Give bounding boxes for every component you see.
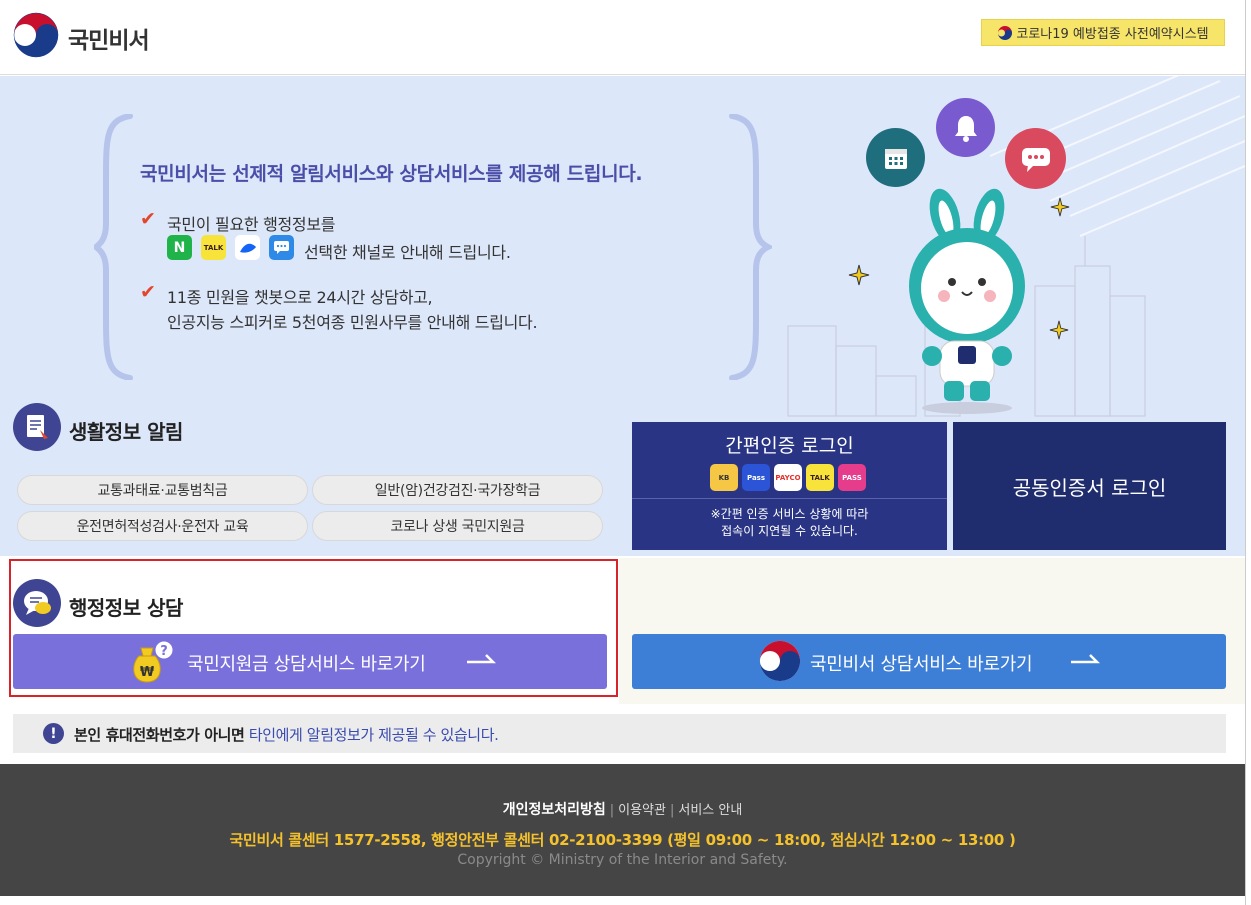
life-info-item-covid-support[interactable]: 코로나 상생 국민지원금 — [312, 511, 603, 541]
taegeuk-icon — [759, 640, 801, 682]
hero-title: 국민비서는 선제적 알림서비스와 상담서비스를 제공해 드립니다. — [140, 163, 643, 185]
notice-document-icon — [13, 403, 61, 451]
naver-icon: N — [167, 235, 192, 260]
service-guide-link[interactable]: 서비스 안내 — [678, 803, 742, 818]
simple-login-note: ※간편 인증 서비스 상황에 따라 접속이 지연될 수 있습니다. — [632, 506, 947, 540]
window-edge — [1245, 0, 1251, 905]
pass-logo-icon: PASS — [838, 464, 866, 491]
toss-icon — [235, 235, 260, 260]
certificate-login-button[interactable]: 공동인증서 로그인 — [953, 422, 1226, 550]
simple-auth-login-button[interactable]: 간편인증 로그인 KB Pass PAYCO TALK PASS ※간편 인증 … — [632, 422, 947, 550]
support-fund-consult-button[interactable]: ₩ ? 국민지원금 상담서비스 바로가기 — [13, 634, 607, 689]
notice-text: 본인 휴대전화번호가 아니면 타인에게 알림정보가 제공될 수 있습니다. — [74, 724, 499, 745]
life-info-title: 생활정보 알림 — [69, 420, 183, 444]
hero-point1-line1: 국민이 필요한 행정정보를 — [167, 215, 336, 234]
auth-provider-logos: KB Pass PAYCO TALK PASS — [710, 464, 866, 491]
phone-number-notice: ! 본인 휴대전화번호가 아니면 타인에게 알림정보가 제공될 수 있습니다. — [13, 714, 1226, 753]
logo-text[interactable]: 국민비서 — [68, 21, 150, 55]
bell-icon — [936, 98, 995, 157]
call-center-info: 국민비서 콜센터 1577-2558, 행정안전부 콜센터 02-2100-33… — [229, 831, 1016, 849]
hero-point1-line2: 선택한 채널로 안내해 드립니다. — [304, 243, 511, 262]
sparkle-icon — [1049, 320, 1069, 340]
kakao-logo-icon: TALK — [806, 464, 834, 491]
note-line2: 접속이 지연될 수 있습니다. — [721, 524, 858, 538]
header: 국민비서 코로나19 예방접종 사전예약시스템 — [0, 0, 1245, 75]
svg-text:₩: ₩ — [140, 665, 155, 680]
hero-point2-line2: 인공지능 스피커로 5천여종 민원사무를 안내해 드립니다. — [167, 313, 538, 332]
sparkle-icon — [1050, 197, 1070, 217]
notice-blue-part: 타인에게 알림정보가 제공될 수 있습니다. — [248, 726, 499, 744]
notice-bold-part: 본인 휴대전화번호가 아니면 — [74, 726, 245, 744]
secretary-consult-button[interactable]: 국민비서 상담서비스 바로가기 — [632, 634, 1226, 689]
taegeuk-logo-icon[interactable] — [13, 12, 59, 58]
check-icon: ✔ — [140, 281, 156, 303]
rabbit-mascot-illustration — [909, 188, 1025, 414]
consult-title: 행정정보 상담 — [69, 596, 183, 620]
arrow-right-icon — [467, 654, 496, 664]
chat-bubble-icon — [1005, 128, 1066, 189]
covid-vaccine-reservation-button[interactable]: 코로나19 예방접종 사전예약시스템 — [981, 19, 1225, 46]
left-brace-decoration — [94, 114, 133, 380]
kb-logo-icon: KB — [710, 464, 738, 491]
samsung-pass-logo-icon: Pass — [742, 464, 770, 491]
terms-link[interactable]: 이용약관 — [618, 803, 666, 818]
hero-point2-line1: 11종 민원을 챗봇으로 24시간 상담하고, — [167, 288, 433, 307]
kakaotalk-icon: TALK — [201, 235, 226, 260]
message-icon — [269, 235, 294, 260]
money-bag-icon: ₩ ? — [133, 640, 174, 683]
support-fund-consult-label: 국민지원금 상담서비스 바로가기 — [187, 654, 426, 675]
calendar-icon — [866, 128, 925, 187]
svg-text:?: ? — [160, 644, 168, 659]
right-brace-decoration — [729, 114, 772, 380]
check-icon: ✔ — [140, 208, 156, 230]
life-info-item-driver-license[interactable]: 운전면허적성검사·운전자 교육 — [17, 511, 308, 541]
privacy-policy-link[interactable]: 개인정보처리방침 — [503, 802, 606, 818]
speech-bubble-icon — [13, 579, 61, 627]
note-line1: ※간편 인증 서비스 상황에 따라 — [710, 507, 869, 521]
life-info-item-traffic-fine[interactable]: 교통과태료·교통범칙금 — [17, 475, 308, 505]
arrow-right-icon — [1071, 654, 1100, 664]
payco-logo-icon: PAYCO — [774, 464, 802, 491]
simple-login-title: 간편인증 로그인 — [725, 435, 854, 457]
copyright: Copyright © Ministry of the Interior and… — [457, 852, 788, 868]
secretary-consult-label: 국민비서 상담서비스 바로가기 — [810, 654, 1033, 675]
covid-button-label: 코로나19 예방접종 사전예약시스템 — [1016, 27, 1209, 42]
divider — [632, 498, 947, 499]
taegeuk-icon — [998, 25, 1013, 40]
life-info-item-health-checkup[interactable]: 일반(암)건강검진·국가장학금 — [312, 475, 603, 505]
page: 국민비서 코로나19 예방접종 사전예약시스템 국민비서는 선제적 알림서비스와… — [0, 0, 1251, 905]
exclamation-icon: ! — [43, 723, 64, 744]
sparkle-icon — [848, 264, 870, 286]
footer-links: 개인정보처리방침 | 이용약관 | 서비스 안내 — [502, 802, 743, 818]
footer: 개인정보처리방침 | 이용약관 | 서비스 안내 국민비서 콜센터 1577-2558,… — [0, 764, 1245, 896]
